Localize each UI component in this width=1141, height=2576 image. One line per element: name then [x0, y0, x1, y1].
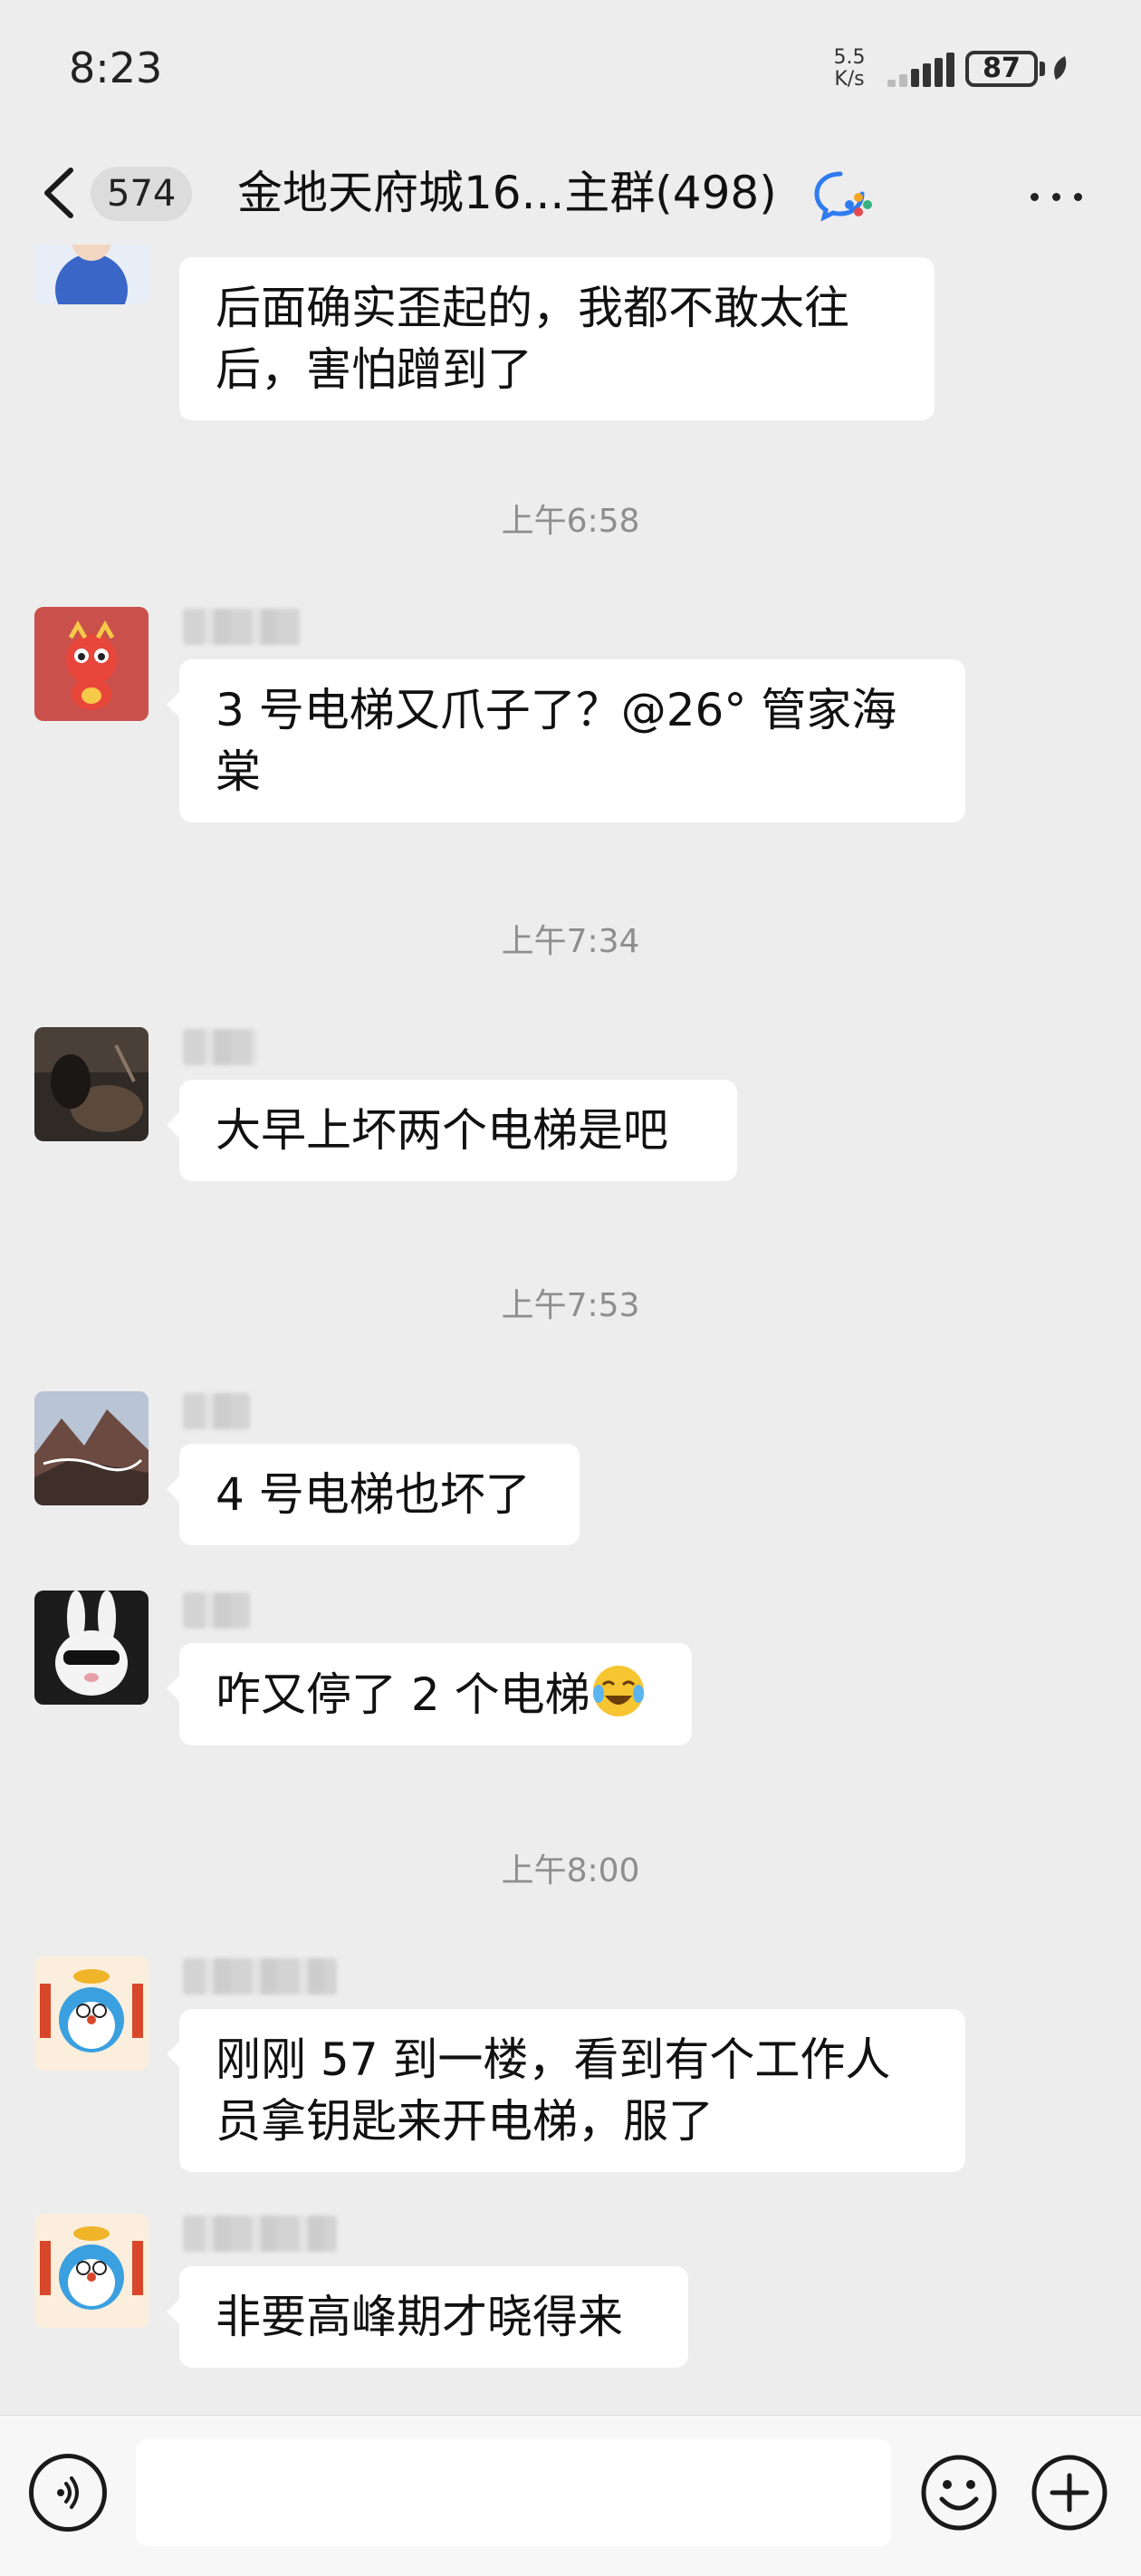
unread-count-badge[interactable]: 574 [91, 167, 193, 221]
back-arrow-icon[interactable] [34, 161, 89, 225]
battery-tip-icon [1040, 62, 1045, 76]
sender-name-blurred [183, 1592, 250, 1629]
sender-name-blurred [183, 1393, 250, 1429]
wecom-icon[interactable] [813, 168, 877, 223]
emoji-icon[interactable] [920, 2454, 998, 2532]
message-bubble[interactable]: 后面确实歪起的，我都不敢太往后，害怕蹭到了 [179, 257, 935, 420]
status-time: 8:23 [69, 43, 163, 92]
avatar[interactable] [34, 1391, 149, 1505]
message-timestamp: 上午7:34 [501, 923, 640, 960]
network-speed-unit: K/s [834, 68, 865, 91]
sender-name-blurred [183, 2216, 337, 2252]
sender-name-blurred [183, 1958, 337, 1994]
message-bubble[interactable]: 非要高峰期才晓得来 [167, 2266, 688, 2368]
signal-icon [887, 51, 954, 87]
crying-laughing-emoji-icon [592, 1666, 644, 1716]
message-bubble[interactable]: 刚刚 57 到一楼，看到有个工作人员拿钥匙来开电梯，服了 [167, 2009, 965, 2172]
avatar[interactable] [34, 1027, 149, 1141]
network-speed-value: 5.5 [833, 46, 866, 69]
message-text: 咋又停了 2 个电梯 [216, 1668, 590, 1721]
message-bubble[interactable]: 4 号电梯也坏了 [167, 1444, 580, 1545]
more-options-icon[interactable] [1025, 168, 1088, 223]
message-timestamp: 上午8:00 [501, 1852, 640, 1889]
chat-screen: 8:23 5.5 K/s 87 574 金地天府城16...主群(498) 后面… [0, 0, 1141, 2576]
voice-icon[interactable] [29, 2454, 107, 2532]
avatar[interactable] [34, 2214, 149, 2328]
message-input[interactable] [136, 2439, 891, 2546]
battery-icon: 87 [965, 51, 1038, 87]
sender-name-blurred [183, 609, 301, 645]
avatar[interactable] [34, 1591, 149, 1705]
chat-header: 574 金地天府城16...主群(498) [0, 145, 1141, 245]
message-bubble[interactable]: 大早上坏两个电梯是吧 [167, 1080, 737, 1181]
plus-icon[interactable] [1031, 2454, 1108, 2532]
avatar[interactable] [34, 607, 149, 721]
avatar[interactable] [34, 1956, 149, 2071]
chat-title: 金地天府城16...主群(498) [237, 167, 777, 219]
leaf-icon [1054, 56, 1067, 80]
network-speed: 5.5 K/s [824, 47, 875, 91]
message-timestamp: 上午6:58 [501, 503, 640, 540]
message-bubble[interactable]: 咋又停了 2 个电梯 [167, 1643, 692, 1745]
message-timestamp: 上午7:53 [501, 1287, 640, 1324]
input-bar [0, 2415, 1141, 2576]
status-bar: 8:23 5.5 K/s 87 [0, 0, 1141, 140]
message-list[interactable]: 后面确实歪起的，我都不敢太往后，害怕蹭到了 上午6:58 3 号电梯又爪子了？@… [0, 245, 1141, 2415]
avatar[interactable] [34, 245, 149, 304]
message-bubble[interactable]: 3 号电梯又爪子了？@26° 管家海棠 [167, 659, 965, 822]
sender-name-blurred [183, 1029, 257, 1065]
